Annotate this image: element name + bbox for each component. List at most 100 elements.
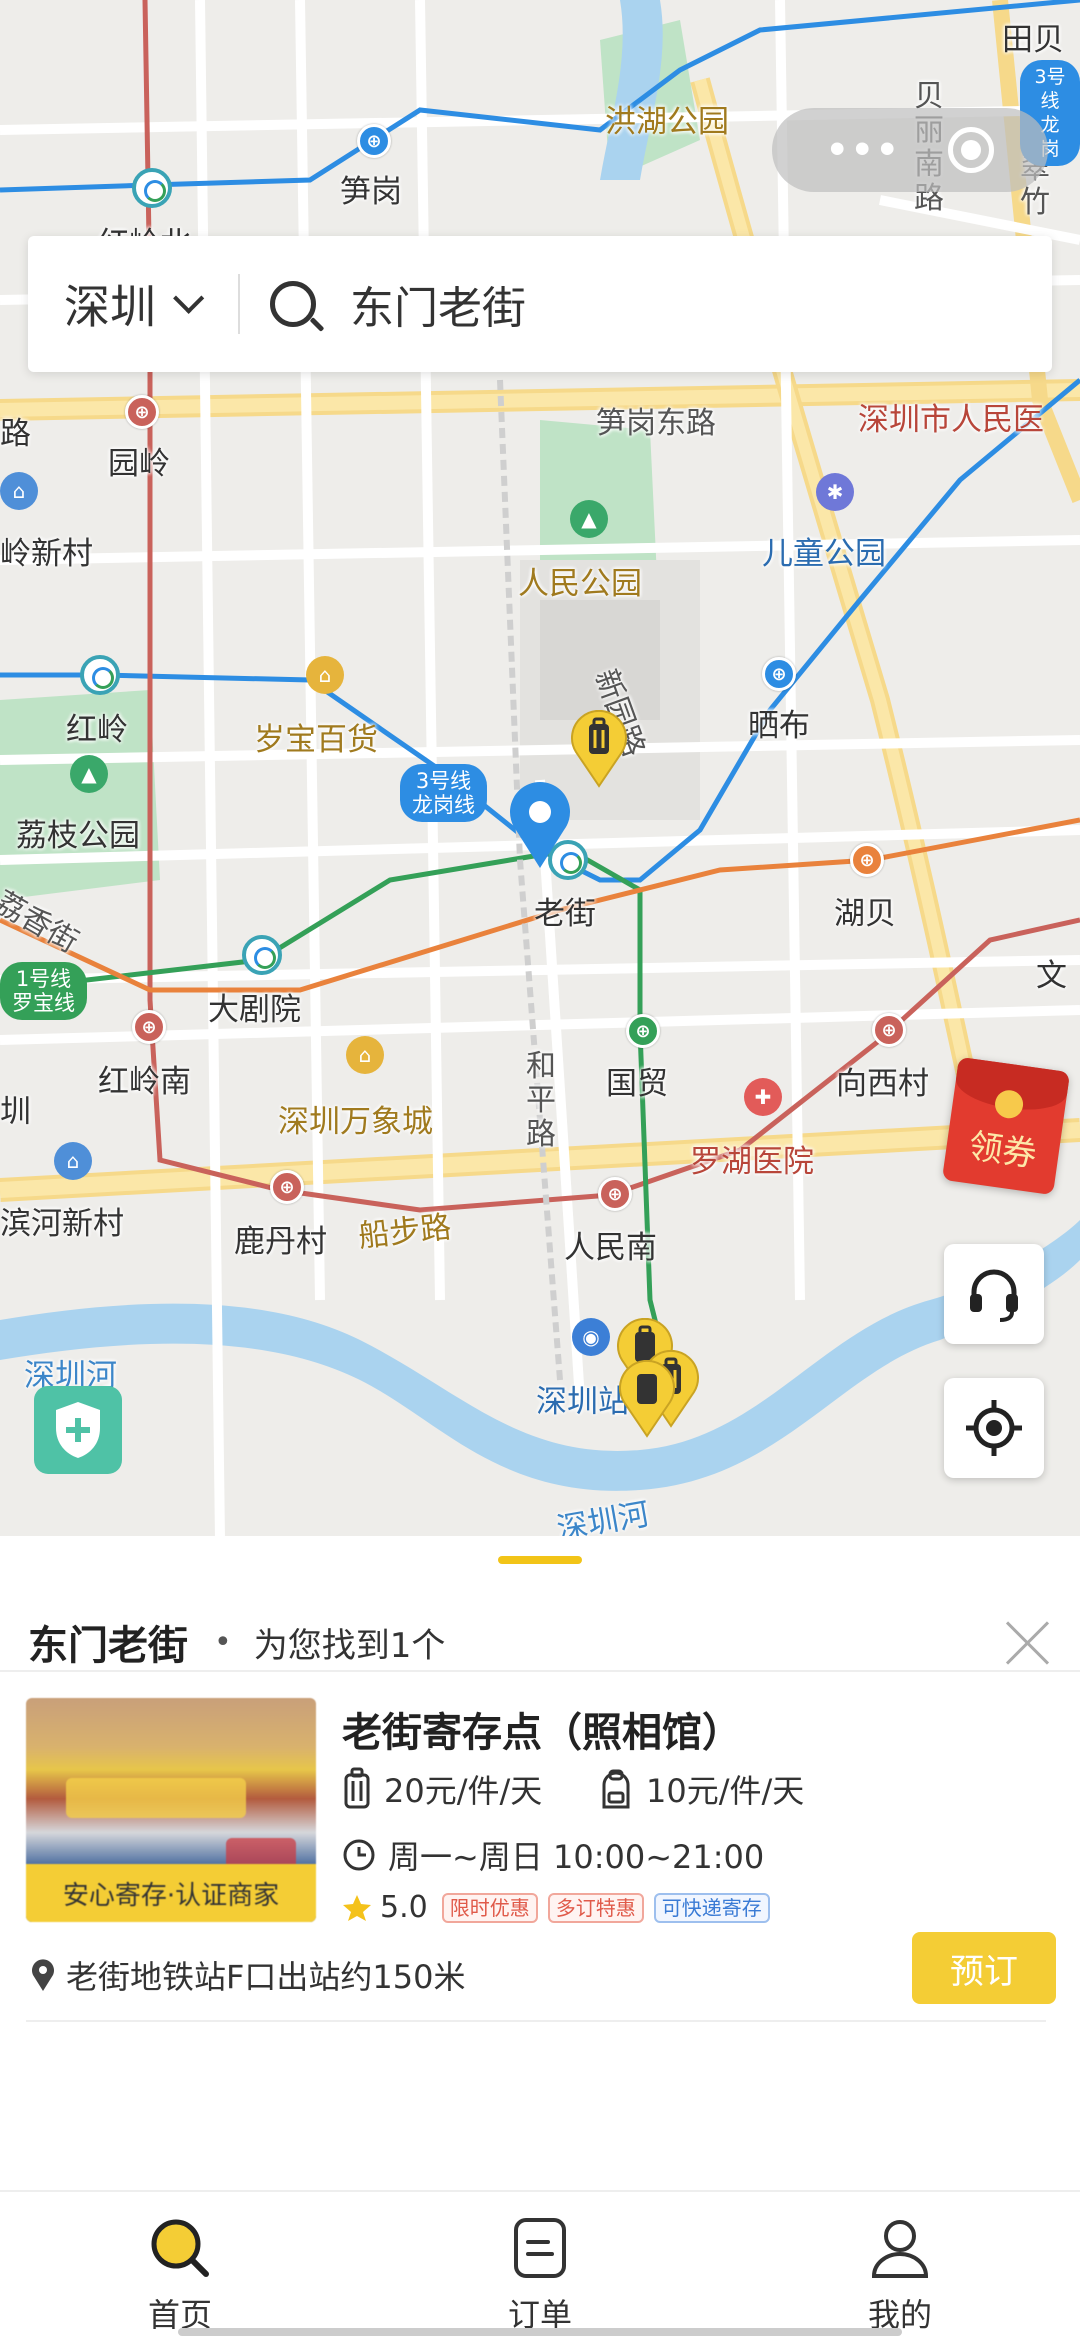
tab-profile[interactable]: 我的	[720, 2192, 1080, 2340]
tab-home[interactable]: 首页	[0, 2192, 360, 2340]
metro-station-icon: ⊕	[626, 1014, 660, 1048]
residential-icon: ⌂	[0, 472, 38, 510]
map-label: 圳	[0, 1094, 31, 1130]
chevron-down-icon	[173, 282, 205, 314]
transfer-station-icon	[132, 168, 172, 208]
transfer-station-icon	[242, 935, 282, 975]
search-input[interactable]: 东门老街	[350, 272, 526, 336]
map-label: 儿童公园	[762, 536, 886, 572]
map-label: 罗湖医院	[690, 1144, 814, 1180]
amusement-icon: ✱	[816, 473, 854, 511]
search-bar[interactable]: 深圳 东门老街	[28, 236, 1052, 372]
home-indicator	[178, 2328, 902, 2336]
store-card[interactable]: 安心寄存·认证商家 老街寄存点（照相馆） 20元/件/天 10元/件/天 周一~…	[26, 1698, 1056, 2018]
results-header: 东门老街 • 为您找到1个	[28, 1592, 1052, 1692]
map-label: 红岭	[66, 712, 128, 748]
book-button[interactable]: 预订	[912, 1932, 1056, 2004]
tab-bar: 首页 订单 我的	[0, 2190, 1080, 2340]
close-app-icon[interactable]	[948, 127, 995, 173]
map-label: 向西村	[836, 1066, 929, 1102]
map-label: 文	[1036, 958, 1067, 994]
coupon-label: 领券	[966, 1126, 1039, 1176]
map-view[interactable]: ⊕ ⊕ ⊕ ⊕ ⊕ ⊕ ⊕ ⊕ ⊕ ⌂ ⌂ ▲ ▲ ✱ ✚ ◉ ⌂ ⌂ 洪湖公园…	[0, 0, 1080, 1540]
clock-icon	[343, 1839, 375, 1871]
location-icon	[32, 1959, 54, 1991]
map-label: 田贝	[1002, 22, 1064, 58]
more-icon[interactable]: •••	[826, 130, 901, 171]
star-icon	[343, 1894, 371, 1921]
tag-multi-discount: 多订特惠	[547, 1892, 644, 1923]
metro-station-icon: ⊕	[270, 1170, 304, 1204]
map-label: 深圳市人民医	[858, 402, 1044, 438]
red-envelope-icon	[993, 1088, 1025, 1121]
search-icon	[151, 2219, 209, 2277]
rating-value: 5.0	[380, 1890, 428, 1925]
results-title: 东门老街	[28, 1623, 188, 1669]
map-label: 园岭	[108, 446, 170, 482]
mini-program-capsule[interactable]: •••	[772, 108, 1048, 192]
map-label: 岭新村	[0, 536, 93, 572]
map-label: 和平路	[526, 1049, 556, 1152]
metro-line-badge: 1号线 罗宝线	[0, 962, 87, 1020]
metro-station-icon: ⊕	[850, 843, 884, 877]
profile-icon	[871, 2220, 929, 2278]
locate-button[interactable]	[944, 1378, 1044, 1478]
hospital-icon: ✚	[744, 1078, 782, 1116]
close-icon[interactable]	[1004, 1618, 1052, 1666]
shopping-icon: ⌂	[346, 1036, 384, 1074]
map-label: 红岭南	[98, 1064, 191, 1100]
park-icon: ▲	[570, 500, 608, 538]
suitcase-icon	[344, 1767, 370, 1809]
results-count: 为您找到1个	[253, 1625, 446, 1666]
drag-handle[interactable]	[498, 1556, 582, 1564]
store-address: 老街地铁站F口出站约150米	[30, 1952, 466, 1998]
order-icon	[514, 2218, 566, 2278]
divider	[26, 2020, 1046, 2022]
map-label: 笋岗东路	[596, 406, 716, 441]
tab-orders[interactable]: 订单	[360, 2192, 720, 2340]
rating-row: 5.0 限时优惠 多订特惠 可快递寄存	[342, 1890, 780, 1925]
tag-express-storage: 可快递寄存	[653, 1892, 770, 1923]
map-label: 路	[0, 416, 31, 452]
map-label: 国贸	[606, 1066, 668, 1102]
map-label: 湖贝	[834, 896, 896, 932]
shopping-icon: ⌂	[306, 656, 344, 694]
map-label: 老街	[534, 896, 596, 932]
map-label: 滨河新村	[0, 1206, 124, 1242]
storage-pin-icon[interactable]	[618, 1360, 676, 1438]
metro-station-icon: ⊕	[357, 124, 391, 158]
storage-pin-icon[interactable]	[570, 710, 628, 788]
transfer-station-icon	[80, 655, 120, 695]
backpack-icon	[602, 1769, 630, 1809]
location-pin-icon[interactable]	[508, 782, 572, 870]
map-label: 人民公园	[518, 566, 642, 602]
locate-icon	[966, 1400, 1022, 1456]
store-thumbnail[interactable]: 安心寄存·认证商家	[26, 1698, 316, 1922]
customer-service-button[interactable]	[944, 1244, 1044, 1344]
city-label: 深圳	[64, 280, 156, 334]
separator-dot: •	[214, 1624, 232, 1660]
map-label: 深圳万象城	[278, 1104, 433, 1140]
opening-hours: 周一~周日 10:00~21:00	[342, 1832, 764, 1878]
store-name[interactable]: 老街寄存点（照相馆）	[342, 1700, 742, 1758]
coupon-button[interactable]: 领券	[941, 1056, 1071, 1196]
map-label: 大剧院	[208, 992, 301, 1028]
divider	[238, 274, 240, 334]
map-label: 晒布	[748, 708, 810, 744]
metro-station-icon: ⊕	[762, 657, 796, 691]
map-label: 鹿丹村	[234, 1224, 327, 1260]
tag-limited-offer: 限时优惠	[441, 1892, 538, 1923]
metro-station-icon: ⊕	[872, 1013, 906, 1047]
map-label: 岁宝百货	[254, 722, 378, 758]
park-icon: ▲	[70, 755, 108, 793]
map-label: 洪湖公园	[605, 104, 729, 140]
map-label: 笋岗	[340, 174, 402, 210]
metro-station-icon: ⊕	[132, 1010, 166, 1044]
city-selector[interactable]: 深圳	[28, 271, 238, 337]
residential-icon: ⌂	[54, 1142, 92, 1180]
map-label: 人民南	[564, 1230, 657, 1266]
map-label: 荔枝公园	[16, 818, 140, 854]
safety-shield-button[interactable]	[34, 1386, 122, 1474]
shield-icon	[56, 1402, 100, 1458]
train-station-icon: ◉	[572, 1318, 610, 1356]
